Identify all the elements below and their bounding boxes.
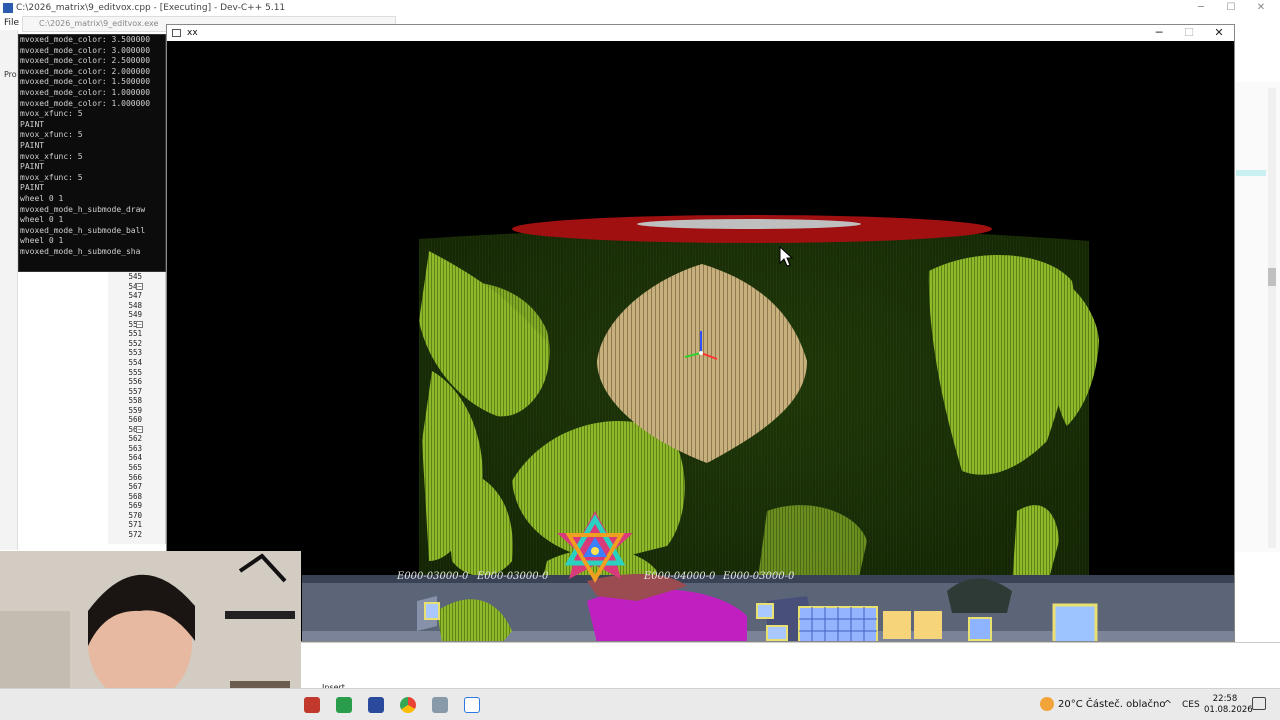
notification-icon[interactable] — [1252, 697, 1266, 710]
console-line: mvox_xfunc: 5 — [20, 109, 83, 119]
console-line: wheel 0 1 — [20, 193, 64, 203]
voxel-3d-viewport[interactable]: E000-03000-0 E000-03000-0 E000-04000-0 E… — [167, 41, 1235, 642]
game-window: xx ─ ☐ ✕ E000-03000-0 E000-03000-0 E000-… — [166, 24, 1235, 642]
ide-close-button[interactable]: ✕ — [1246, 0, 1276, 16]
console-line: wheel 0 1 — [20, 215, 64, 225]
fold-toggle-icon[interactable]: − — [136, 320, 143, 328]
hud-preview-slot-icon[interactable] — [1052, 603, 1098, 642]
console-line: PAINT — [20, 162, 45, 172]
console-line: mvoxed_mode_h_submode_sha — [20, 246, 141, 256]
tray-language[interactable]: CES — [1182, 700, 1200, 710]
ide-project-panel — [0, 30, 18, 550]
line-number: 566 — [128, 472, 142, 482]
cylinder-top-grey-center — [637, 219, 861, 229]
ide-minimize-button[interactable]: ─ — [1186, 0, 1216, 16]
hud-yellow-slot-2-icon[interactable] — [914, 611, 942, 639]
line-number: 562 — [128, 434, 142, 444]
window-icon — [172, 29, 181, 37]
hud-shield-left-icon — [424, 602, 440, 620]
taskbar: 20°C Částeč. oblačno ^ CES 22:58 01.08.2… — [0, 688, 1280, 720]
ide-scrollbar[interactable] — [1268, 88, 1276, 548]
taskbar-app-icon-green[interactable] — [336, 697, 352, 713]
line-number: 568 — [128, 491, 142, 501]
editor-line-gutter: 545546−547548549550−55155255355455555655… — [108, 272, 166, 544]
game-minimize-button[interactable]: ─ — [1144, 25, 1174, 41]
game-close-button[interactable]: ✕ — [1204, 25, 1234, 41]
console-line: mvoxed_mode_color: 2.000000 — [20, 66, 151, 76]
line-number: 564 — [128, 453, 142, 463]
taskbar-window-icon[interactable] — [432, 697, 448, 713]
console-line: wheel 0 1 — [20, 236, 64, 246]
taskbar-app-icon-red[interactable] — [304, 697, 320, 713]
fold-toggle-icon[interactable]: − — [136, 282, 143, 290]
console-line: mvox_xfunc: 5 — [20, 151, 83, 161]
line-number: 571 — [128, 520, 142, 530]
line-number: 547 — [128, 291, 142, 301]
tray-weather[interactable]: 20°C Částeč. oblačno — [1058, 699, 1165, 710]
line-number: 557 — [128, 386, 142, 396]
line-number: 560 — [128, 415, 142, 425]
tray-chevron-up-icon[interactable]: ^ — [1163, 698, 1172, 711]
console-line: PAINT — [20, 119, 45, 129]
tray-time: 22:58 — [1212, 694, 1238, 704]
ide-maximize-button[interactable]: ☐ — [1216, 0, 1246, 16]
line-number: 555 — [128, 367, 142, 377]
line-number: 572 — [128, 529, 142, 539]
line-number: 551 — [128, 329, 142, 339]
game-hud — [302, 574, 1234, 642]
tray-date: 01.08.2026 — [1204, 705, 1253, 715]
hud-counter-1: E000-03000-0 — [396, 571, 469, 582]
console-line: mvoxed_mode_h_submode_ball — [20, 225, 146, 235]
hud-small-panel-2-icon — [766, 625, 788, 641]
line-number: 552 — [128, 338, 142, 348]
line-number: 565 — [128, 463, 142, 472]
line-number: 570 — [128, 510, 142, 520]
tray-clock[interactable]: 22:58 01.08.2026 — [1204, 694, 1253, 716]
line-number: 569 — [128, 501, 142, 511]
line-number: 549 — [128, 310, 142, 320]
line-number: 567 — [128, 482, 142, 492]
hud-counter-3: E000-04000-0 — [643, 571, 716, 582]
taskbar-chrome-icon[interactable] — [400, 697, 416, 713]
line-number: 553 — [128, 348, 142, 358]
hud-small-panel-icon — [756, 603, 774, 619]
ide-project-tab[interactable]: Pro — [4, 70, 17, 79]
fold-toggle-icon[interactable]: − — [136, 425, 143, 433]
line-number: 554 — [128, 357, 142, 367]
line-number: 556 — [128, 377, 142, 387]
console-line: mvoxed_mode_h_submode_draw — [20, 204, 146, 214]
hud-counter-4: E000-03000-0 — [722, 571, 795, 582]
hud-counter-2: E000-03000-0 — [476, 571, 549, 582]
taskbar-active-window-icon[interactable] — [464, 697, 480, 713]
console-window: mvoxed_mode_color: 3.500000 mvoxed_mode_c… — [18, 34, 166, 272]
game-maximize-button[interactable]: ☐ — [1174, 25, 1204, 41]
hud-yellow-slot-1-icon[interactable] — [883, 611, 911, 639]
console-line: mvoxed_mode_color: 3.000000 — [20, 45, 151, 55]
taskbar-devcpp-icon[interactable] — [368, 697, 384, 713]
line-number: 558 — [128, 396, 142, 406]
console-line: mvoxed_mode_color: 1.500000 — [20, 77, 151, 87]
ide-scrollbar-thumb[interactable] — [1268, 268, 1276, 286]
line-number: 559 — [128, 405, 142, 415]
game-title: xx — [167, 25, 1234, 41]
line-number: 548 — [128, 300, 142, 310]
console-line: mvox_xfunc: 5 — [20, 130, 83, 140]
console-line: mvoxed_mode_color: 1.000000 — [20, 98, 151, 108]
console-line: PAINT — [20, 183, 45, 193]
line-number: 563 — [128, 443, 142, 453]
weather-icon[interactable] — [1040, 697, 1054, 711]
ide-bottom-panel — [300, 642, 1280, 688]
ide-selection-marker — [1236, 170, 1266, 176]
devcpp-app-icon — [3, 3, 13, 13]
console-line: mvoxed_mode_color: 1.000000 — [20, 87, 151, 97]
ide-title: C:\2026_matrix\9_editvox.cpp - [Executin… — [0, 0, 1280, 16]
console-line: mvox_xfunc: 5 — [20, 172, 83, 182]
hud-shield-center-icon[interactable] — [968, 617, 992, 641]
ide-menu-file[interactable]: File — [0, 16, 20, 30]
console-line: mvoxed_mode_color: 3.500000 — [20, 35, 151, 44]
console-line: mvoxed_mode_color: 2.500000 — [20, 56, 151, 66]
console-line: PAINT — [20, 140, 45, 150]
line-number: 545 — [128, 272, 142, 281]
